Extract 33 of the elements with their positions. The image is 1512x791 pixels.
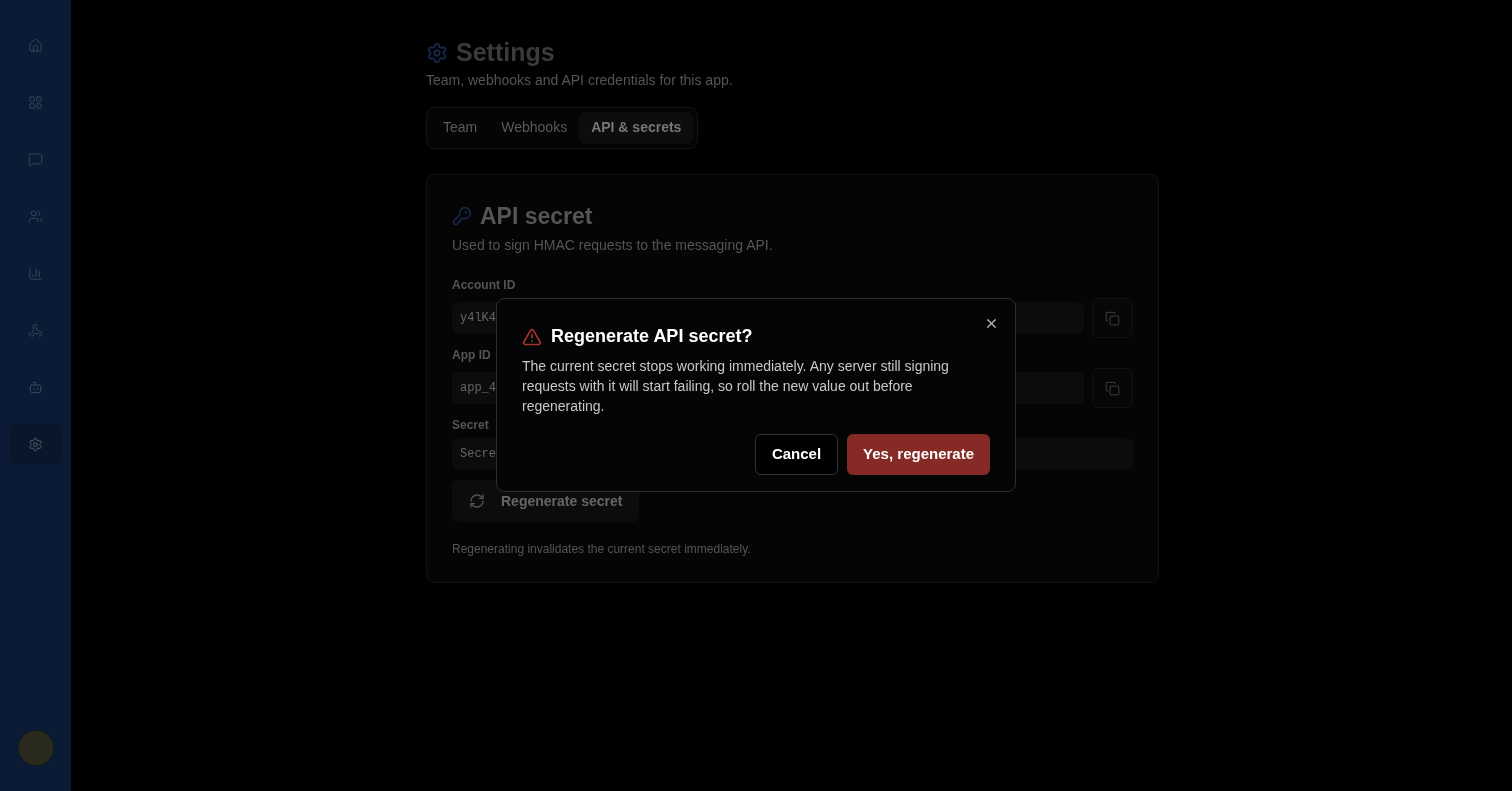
copy-icon bbox=[1105, 310, 1120, 326]
field-label: App ID bbox=[452, 347, 491, 364]
card-note: Regenerating invalidates the current secret immediately. bbox=[452, 541, 751, 558]
users-icon bbox=[28, 208, 43, 224]
cancel-button[interactable]: Cancel bbox=[754, 434, 839, 475]
dialog-title: Regenerate API secret? bbox=[551, 325, 753, 348]
page-title: Settings bbox=[456, 37, 555, 68]
key-icon bbox=[452, 205, 472, 226]
confirm-button[interactable]: Yes, regenerate bbox=[847, 434, 990, 475]
card-title: API secret bbox=[480, 201, 593, 231]
copy-icon bbox=[1105, 380, 1120, 396]
page-subtitle: Team, webhooks and API credentials for this app. bbox=[426, 71, 733, 89]
tab[interactable]: Webhooks bbox=[489, 111, 580, 144]
refresh-icon bbox=[469, 493, 485, 509]
sidebar-item[interactable] bbox=[8, 424, 63, 464]
dialog-body: The current secret stops working immediately. Any server still signing requests with it will start failing, so roll the new value out before regenerating. bbox=[522, 357, 950, 416]
bar-chart-icon bbox=[28, 265, 43, 281]
chat-icon bbox=[28, 151, 43, 167]
field-label: Account ID bbox=[452, 277, 516, 294]
tab[interactable]: Team bbox=[431, 111, 490, 144]
grid-icon bbox=[28, 94, 43, 110]
warning-icon bbox=[522, 326, 542, 347]
field-label: Secret bbox=[452, 417, 489, 434]
robot-icon bbox=[28, 379, 43, 395]
settings-icon bbox=[426, 41, 448, 64]
home-icon bbox=[28, 37, 43, 53]
copy-button[interactable] bbox=[1092, 298, 1133, 338]
card-subtitle: Used to sign HMAC requests to the messaging API. bbox=[452, 236, 773, 255]
settings-icon bbox=[28, 436, 43, 452]
copy-button[interactable] bbox=[1092, 368, 1133, 408]
tab[interactable]: API & secrets bbox=[579, 111, 694, 144]
avatar[interactable] bbox=[17, 730, 54, 766]
webhook-icon bbox=[28, 322, 43, 338]
